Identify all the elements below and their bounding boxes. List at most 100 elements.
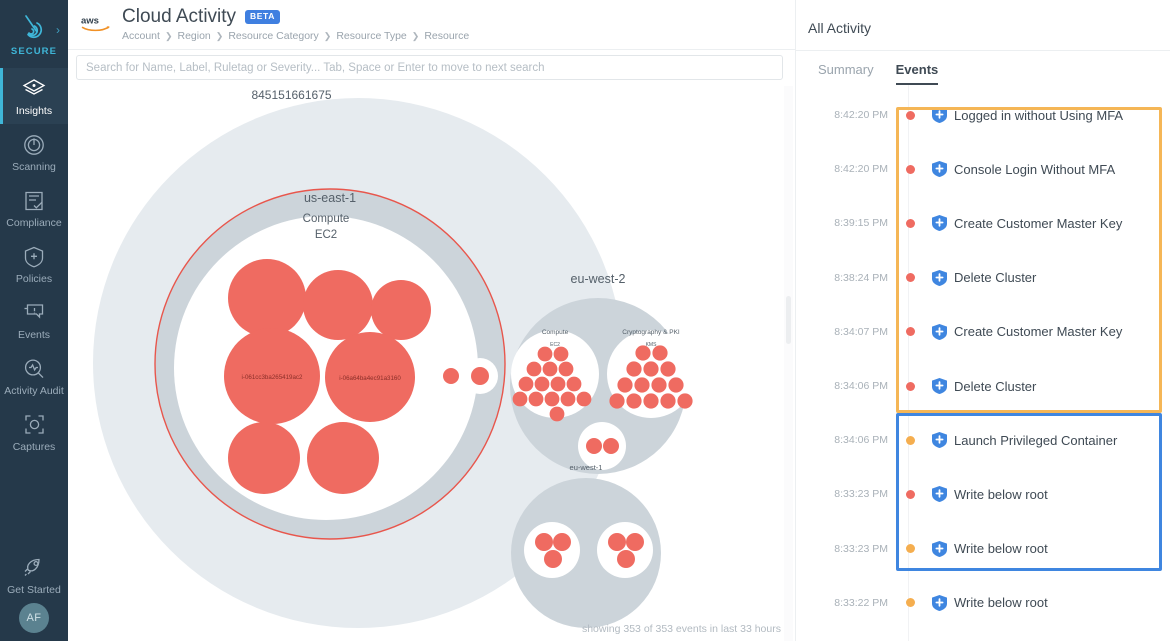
event-row[interactable]: 8:34:06 PM Delete Cluster (796, 359, 1170, 413)
event-time: 8:39:15 PM (834, 217, 888, 230)
capture-frame-icon (23, 412, 46, 438)
event-time: 8:34:06 PM (834, 380, 888, 393)
shield-plus-icon (23, 244, 45, 270)
resource-bubble[interactable] (228, 422, 300, 494)
event-name: Console Login Without MFA (954, 161, 1116, 177)
category-circle-eu-west-1-b[interactable] (597, 522, 653, 578)
breadcrumb-item-resource-type[interactable]: Resource Type (336, 30, 406, 42)
event-row[interactable]: 8:34:07 PM Create Customer Master Key (796, 305, 1170, 359)
chevron-right-icon: ❯ (323, 30, 332, 41)
category-label-compute: Compute (303, 213, 350, 225)
resource-bubble[interactable] (471, 367, 489, 385)
sidebar-item-label: Insights (15, 104, 53, 117)
tab-summary[interactable]: Summary (818, 62, 874, 85)
search-input[interactable] (76, 55, 783, 80)
shield-plus-icon (924, 269, 954, 287)
chart-footnote: showing 353 of 353 events in last 33 hou… (581, 623, 781, 635)
chevron-right-icon: ❯ (411, 30, 420, 41)
resource-type-label-ec2: EC2 (315, 229, 337, 241)
severity-dot-medium (905, 544, 915, 554)
breadcrumb-item-region[interactable]: Region (178, 30, 211, 42)
region-label-us-east-1: us-east-1 (304, 191, 356, 205)
chart-scrollbar[interactable] (784, 86, 793, 641)
event-severity-dot-cell (896, 489, 924, 499)
chevron-right-icon[interactable]: › (56, 24, 60, 36)
resource-bubble[interactable] (371, 280, 431, 340)
resource-bubble-chart[interactable]: us-east-1 Compute EC2 i-061cc3ba265419ac… (68, 86, 795, 641)
breadcrumb-item-resource-category[interactable]: Resource Category (228, 30, 318, 42)
avatar-initials: AF (26, 612, 42, 624)
sidebar-item-label: Scanning (12, 160, 56, 173)
event-name: Launch Privileged Container (954, 432, 1118, 448)
chart-scrollbar-thumb[interactable] (786, 296, 791, 344)
tab-label: Summary (818, 62, 874, 77)
tab-events[interactable]: Events (895, 62, 938, 85)
event-time: 8:33:23 PM (834, 488, 888, 501)
speech-alert-icon (22, 300, 46, 326)
event-row[interactable]: 8:33:22 PM Write below root (796, 576, 1170, 630)
event-severity-dot-cell (896, 218, 924, 228)
title-row: Cloud Activity BETA (122, 6, 469, 28)
severity-dot-high (905, 489, 915, 499)
event-severity-dot-cell (896, 164, 924, 174)
shield-plus-icon (924, 431, 954, 449)
sidebar-item-insights[interactable]: Insights (0, 68, 68, 124)
event-severity-dot-cell (896, 327, 924, 337)
avatar[interactable]: AF (19, 603, 49, 633)
brand-block[interactable]: › SECURE (0, 0, 68, 68)
bubble-chart-area[interactable]: 845151661675 us-east-1 Compute EC2 i-061… (68, 86, 795, 641)
severity-dot-high (905, 327, 915, 337)
sidebar-item-activity-audit[interactable]: Activity Audit (0, 348, 68, 404)
beta-badge: BETA (245, 10, 280, 24)
chevron-right-icon: ❯ (164, 30, 173, 41)
category-circle-eu-west-1-a[interactable] (524, 522, 580, 578)
events-list[interactable]: 8:42:20 PM Logged in without Using MFA 8… (796, 85, 1170, 641)
event-time: 8:42:20 PM (834, 163, 888, 176)
event-name: Create Customer Master Key (954, 215, 1123, 231)
activity-panel-title: All Activity (796, 0, 1170, 51)
shield-plus-icon (924, 214, 954, 232)
event-row[interactable]: 8:34:06 PM Launch Privileged Container (796, 413, 1170, 467)
resource-bubble[interactable] (303, 270, 373, 340)
category-label-cryptography-pki: Cryptography & PKI (622, 329, 680, 336)
breadcrumb-item-account[interactable]: Account (122, 30, 160, 42)
sidebar-item-label: Compliance (6, 216, 62, 229)
event-row[interactable]: 8:33:23 PM Write below root (796, 467, 1170, 521)
event-severity-dot-cell (896, 544, 924, 554)
power-scan-icon (22, 132, 46, 158)
shield-plus-icon (924, 377, 954, 395)
event-time: 8:38:24 PM (834, 271, 888, 284)
brand-label: SECURE (10, 46, 58, 57)
sidebar-item-compliance[interactable]: Compliance (0, 180, 68, 236)
resource-bubble-label: i-061cc3ba265419ac2 (242, 374, 303, 381)
severity-dot-high (905, 381, 915, 391)
sidebar-item-captures[interactable]: Captures (0, 404, 68, 460)
shield-plus-icon (924, 323, 954, 341)
sidebar-item-scanning[interactable]: Scanning (0, 124, 68, 180)
resource-bubble[interactable] (228, 259, 306, 337)
sidebar-item-policies[interactable]: Policies (0, 236, 68, 292)
event-time: 8:33:22 PM (834, 596, 888, 609)
event-row[interactable]: 8:33:23 PM Write below root (796, 522, 1170, 576)
event-row[interactable]: 8:42:20 PM Console Login Without MFA (796, 142, 1170, 196)
breadcrumb-item-resource[interactable]: Resource (424, 30, 469, 42)
event-row[interactable]: 8:42:20 PM Logged in without Using MFA (796, 88, 1170, 142)
event-time: 8:34:07 PM (834, 325, 888, 338)
activity-tabs: Summary Events (796, 51, 1170, 85)
resource-bubble[interactable] (307, 422, 379, 494)
event-row[interactable]: 8:39:15 PM Create Customer Master Key (796, 196, 1170, 250)
magnifier-pulse-icon (22, 356, 46, 382)
severity-dot-high (905, 273, 915, 283)
resource-bubble[interactable] (443, 368, 459, 384)
sidebar-item-events[interactable]: Events (0, 292, 68, 348)
sidebar-item-get-started[interactable]: Get Started (0, 547, 68, 603)
activity-panel: All Activity Summary Events 8:42:20 PM L… (795, 0, 1170, 641)
title-wrap: Cloud Activity BETA Account ❯ Region ❯ R… (122, 6, 469, 43)
severity-dot-high (905, 218, 915, 228)
event-name: Delete Cluster (954, 270, 1037, 286)
shield-plus-icon (924, 594, 954, 612)
page-header: aws Cloud Activity BETA Account ❯ Region… (68, 0, 795, 50)
main-content: aws Cloud Activity BETA Account ❯ Region… (68, 0, 795, 641)
chevron-right-icon: ❯ (215, 30, 224, 41)
event-row[interactable]: 8:38:24 PM Delete Cluster (796, 251, 1170, 305)
